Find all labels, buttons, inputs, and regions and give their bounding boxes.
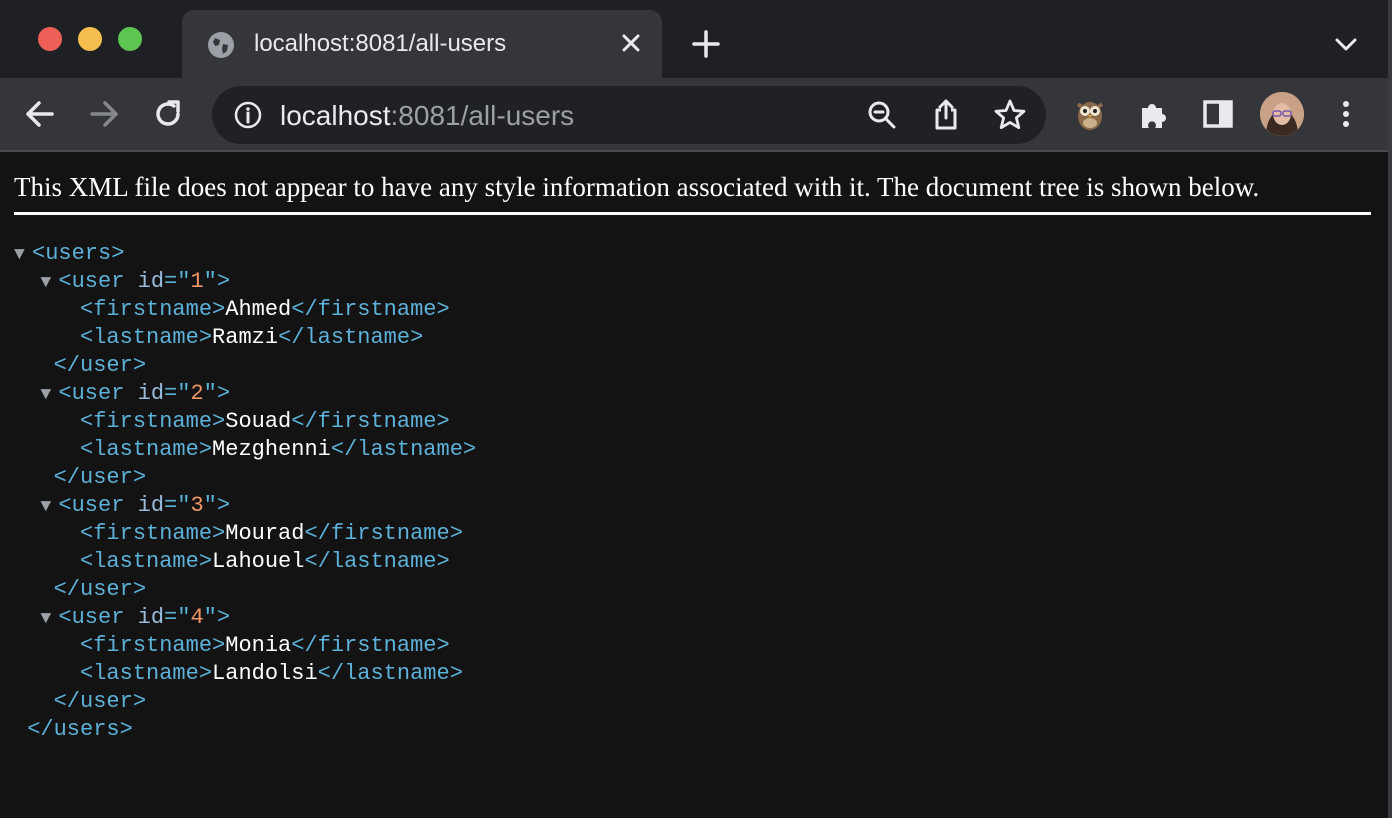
page-content: This XML file does not appear to have an… <box>0 152 1388 818</box>
tab-active[interactable]: localhost:8081/all-users <box>182 10 662 78</box>
chevron-down-icon[interactable] <box>1332 32 1360 56</box>
collapse-toggle[interactable]: ▼ <box>40 605 58 633</box>
toolbar: localhost:8081/all-users <box>0 78 1388 152</box>
browser-window: localhost:8081/all-users localhost:8081/… <box>0 0 1392 818</box>
more-vert-icon[interactable] <box>1328 96 1364 132</box>
zoom-window-button[interactable] <box>118 27 142 51</box>
collapse-toggle[interactable]: ▼ <box>40 381 58 409</box>
close-tab-icon[interactable] <box>620 32 642 54</box>
tab-strip: localhost:8081/all-users <box>0 0 1388 78</box>
address-bar[interactable]: localhost:8081/all-users <box>212 86 1046 144</box>
collapse-toggle[interactable]: ▼ <box>14 241 32 269</box>
xml-tree: ▼ <users> ▼ <user id="1"> <firstname>Ahmed… <box>14 240 476 744</box>
xml-root-open: ▼ <users> <box>14 240 476 268</box>
reload-icon[interactable] <box>150 96 186 132</box>
new-tab-icon[interactable] <box>690 28 722 60</box>
xml-style-notice: This XML file does not appear to have an… <box>14 170 1371 215</box>
user-block-2: ▼ <user id="2"> <firstname>Souad</firstna… <box>40 381 477 490</box>
star-icon[interactable] <box>992 97 1028 133</box>
url-path: :8081/all-users <box>390 100 575 131</box>
avatar[interactable] <box>1260 92 1304 136</box>
user-block-4: ▼ <user id="4"> <firstname>Monia</firstna… <box>40 605 463 714</box>
puzzle-extension-icon[interactable] <box>1136 96 1172 132</box>
firstname-value: Ahmed <box>225 297 292 322</box>
tab-title: localhost:8081/all-users <box>254 30 507 57</box>
zoom-icon[interactable] <box>864 97 900 133</box>
firstname-value: Souad <box>225 409 292 434</box>
profile-photo-icon <box>1260 92 1304 136</box>
back-arrow-icon[interactable] <box>22 96 58 132</box>
firstname-value: Mourad <box>225 521 305 546</box>
side-panel-icon[interactable] <box>1200 96 1236 132</box>
globe-icon <box>208 32 234 58</box>
user-block-1: ▼ <user id="1"> <firstname>Ahmed</firstna… <box>40 269 450 378</box>
url-text[interactable]: localhost:8081/all-users <box>280 100 574 132</box>
lastname-value: Landolsi <box>212 661 318 686</box>
collapse-toggle[interactable]: ▼ <box>40 269 58 297</box>
lastname-value: Mezghenni <box>212 437 331 462</box>
xml-root-close: </users> <box>27 717 133 742</box>
minimize-window-button[interactable] <box>78 27 102 51</box>
collapse-toggle[interactable]: ▼ <box>40 493 58 521</box>
close-window-button[interactable] <box>38 27 62 51</box>
lastname-value: Ramzi <box>212 325 279 350</box>
owl-extension-icon[interactable] <box>1072 94 1108 134</box>
share-icon[interactable] <box>928 97 964 133</box>
url-host: localhost <box>280 100 391 131</box>
lastname-value: Lahouel <box>212 549 305 574</box>
forward-arrow-icon[interactable] <box>86 96 122 132</box>
user-block-3: ▼ <user id="3"> <firstname>Mourad</firstn… <box>40 493 463 602</box>
firstname-value: Monia <box>225 633 292 658</box>
info-icon[interactable] <box>232 99 264 131</box>
